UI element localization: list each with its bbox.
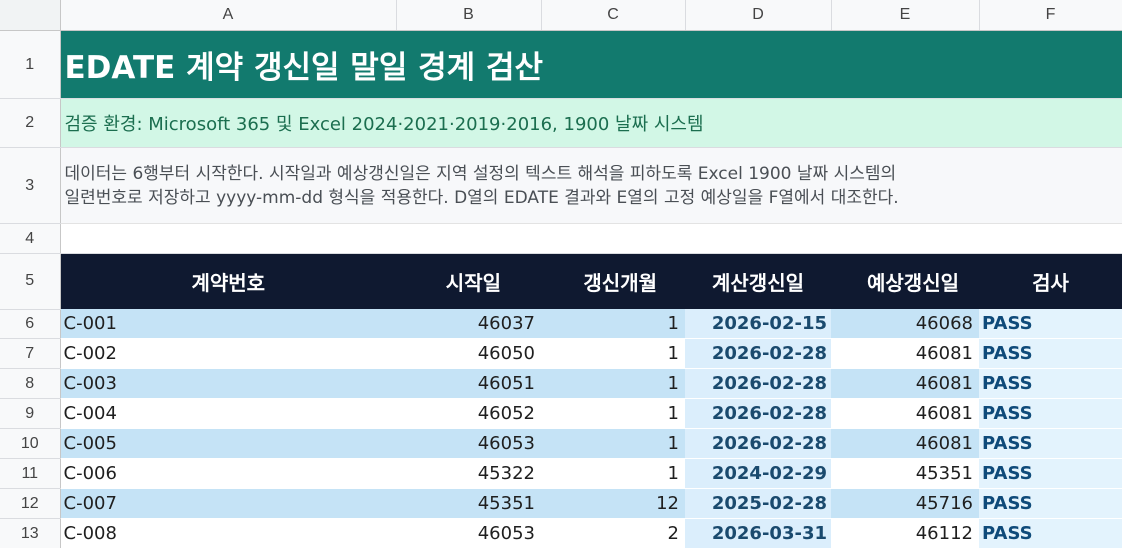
row-header-3[interactable]: 3: [0, 147, 61, 224]
calculated-date-cell[interactable]: 2026-02-28: [685, 338, 831, 369]
start-date-cell[interactable]: 45351: [396, 488, 541, 519]
table-row: 7 C-002 46050 1 2026-02-28 46081 PASS: [0, 338, 1122, 369]
months-cell[interactable]: 1: [541, 458, 685, 489]
check-cell[interactable]: PASS: [979, 488, 1122, 519]
start-date-cell[interactable]: 46050: [396, 338, 541, 369]
contract-cell[interactable]: C-005: [60, 428, 396, 459]
row-header-5[interactable]: 5: [0, 253, 61, 310]
calculated-date-cell[interactable]: 2026-03-31: [685, 518, 831, 548]
contract-cell[interactable]: C-002: [60, 338, 396, 369]
row-4: 4: [0, 223, 1122, 254]
start-date-cell[interactable]: 46052: [396, 398, 541, 429]
column-header-f[interactable]: F: [979, 0, 1122, 31]
column-header-e[interactable]: E: [831, 0, 980, 31]
sheet-grid: A B C D E F 1 EDATE 계약 갱신일 말일 경계 검산 2 검증…: [0, 0, 1122, 548]
table-row: 8 C-003 46051 1 2026-02-28 46081 PASS: [0, 368, 1122, 399]
contract-cell[interactable]: C-008: [60, 518, 396, 548]
column-header-b[interactable]: B: [396, 0, 542, 31]
table-row: 12 C-007 45351 12 2025-02-28 45716 PASS: [0, 488, 1122, 519]
row-header-1[interactable]: 1: [0, 30, 61, 99]
check-cell[interactable]: PASS: [979, 458, 1122, 489]
check-cell[interactable]: PASS: [979, 368, 1122, 399]
row-header-13[interactable]: 13: [0, 518, 61, 548]
row-header-10[interactable]: 10: [0, 428, 61, 459]
start-date-cell[interactable]: 45322: [396, 458, 541, 489]
column-header-c[interactable]: C: [541, 0, 686, 31]
header-contract[interactable]: 계약번호: [60, 253, 396, 309]
header-expected-renewal[interactable]: 예상갱신일: [831, 253, 979, 309]
calculated-date-cell[interactable]: 2025-02-28: [685, 488, 831, 519]
environment-cell[interactable]: 검증 환경: Microsoft 365 및 Excel 2024·2021·2…: [60, 98, 1122, 148]
expected-date-cell[interactable]: 45716: [831, 488, 979, 519]
months-cell[interactable]: 1: [541, 338, 685, 369]
header-start-date[interactable]: 시작일: [396, 253, 541, 309]
header-calculated-renewal[interactable]: 계산갱신일: [685, 253, 831, 309]
expected-date-cell[interactable]: 46081: [831, 338, 979, 369]
row-header-4[interactable]: 4: [0, 223, 61, 254]
note-line-1: 데이터는 6행부터 시작한다. 시작일과 예상갱신일은 지역 설정의 텍스트 해…: [64, 163, 897, 184]
row-2: 2 검증 환경: Microsoft 365 및 Excel 2024·2021…: [0, 98, 1122, 148]
expected-date-cell[interactable]: 46081: [831, 428, 979, 459]
expected-date-cell[interactable]: 46081: [831, 368, 979, 399]
table-row: 10 C-005 46053 1 2026-02-28 46081 PASS: [0, 428, 1122, 459]
sheet-title-cell[interactable]: EDATE 계약 갱신일 말일 경계 검산: [60, 30, 1122, 99]
calculated-date-cell[interactable]: 2026-02-28: [685, 428, 831, 459]
start-date-cell[interactable]: 46053: [396, 518, 541, 548]
calculated-date-cell[interactable]: 2026-02-28: [685, 368, 831, 399]
row-1: 1 EDATE 계약 갱신일 말일 경계 검산: [0, 30, 1122, 99]
table-row: 6 C-001 46037 1 2026-02-15 46068 PASS: [0, 309, 1122, 339]
header-renewal-months[interactable]: 갱신개월: [541, 253, 685, 309]
months-cell[interactable]: 1: [541, 428, 685, 459]
months-cell[interactable]: 12: [541, 488, 685, 519]
months-cell[interactable]: 1: [541, 368, 685, 399]
select-all-corner[interactable]: [0, 0, 61, 31]
empty-cell[interactable]: [60, 223, 1122, 254]
note-cell[interactable]: 데이터는 6행부터 시작한다. 시작일과 예상갱신일은 지역 설정의 텍스트 해…: [60, 147, 1122, 224]
expected-date-cell[interactable]: 46081: [831, 398, 979, 429]
table-row: 13 C-008 46053 2 2026-03-31 46112 PASS: [0, 518, 1122, 548]
check-cell[interactable]: PASS: [979, 518, 1122, 548]
spreadsheet: A B C D E F 1 EDATE 계약 갱신일 말일 경계 검산 2 검증…: [0, 0, 1122, 548]
row-header-9[interactable]: 9: [0, 398, 61, 429]
expected-date-cell[interactable]: 46068: [831, 309, 979, 339]
start-date-cell[interactable]: 46053: [396, 428, 541, 459]
check-cell[interactable]: PASS: [979, 428, 1122, 459]
contract-cell[interactable]: C-001: [60, 309, 396, 339]
check-cell[interactable]: PASS: [979, 309, 1122, 339]
calculated-date-cell[interactable]: 2026-02-28: [685, 398, 831, 429]
contract-cell[interactable]: C-004: [60, 398, 396, 429]
contract-cell[interactable]: C-007: [60, 488, 396, 519]
row-header-6[interactable]: 6: [0, 309, 61, 339]
row-header-7[interactable]: 7: [0, 338, 61, 369]
row-header-11[interactable]: 11: [0, 458, 61, 489]
row-header-8[interactable]: 8: [0, 368, 61, 399]
contract-cell[interactable]: C-003: [60, 368, 396, 399]
note-line-2: 일련번호로 저장하고 yyyy-mm-dd 형식을 적용한다. D열의 EDAT…: [64, 187, 899, 208]
contract-cell[interactable]: C-006: [60, 458, 396, 489]
row-3: 3 데이터는 6행부터 시작한다. 시작일과 예상갱신일은 지역 설정의 텍스트…: [0, 147, 1122, 224]
row-header-12[interactable]: 12: [0, 488, 61, 519]
table-row: 11 C-006 45322 1 2024-02-29 45351 PASS: [0, 458, 1122, 489]
table-row: 9 C-004 46052 1 2026-02-28 46081 PASS: [0, 398, 1122, 429]
column-header-d[interactable]: D: [685, 0, 832, 31]
calculated-date-cell[interactable]: 2026-02-15: [685, 309, 831, 339]
check-cell[interactable]: PASS: [979, 338, 1122, 369]
check-cell[interactable]: PASS: [979, 398, 1122, 429]
expected-date-cell[interactable]: 45351: [831, 458, 979, 489]
start-date-cell[interactable]: 46037: [396, 309, 541, 339]
months-cell[interactable]: 1: [541, 309, 685, 339]
column-header-a[interactable]: A: [60, 0, 397, 31]
row-5: 5 계약번호 시작일 갱신개월 계산갱신일 예상갱신일 검사: [0, 253, 1122, 310]
months-cell[interactable]: 2: [541, 518, 685, 548]
expected-date-cell[interactable]: 46112: [831, 518, 979, 548]
header-check[interactable]: 검사: [979, 253, 1122, 309]
calculated-date-cell[interactable]: 2024-02-29: [685, 458, 831, 489]
start-date-cell[interactable]: 46051: [396, 368, 541, 399]
column-header-row: A B C D E F: [0, 0, 1122, 31]
row-header-2[interactable]: 2: [0, 98, 61, 148]
months-cell[interactable]: 1: [541, 398, 685, 429]
